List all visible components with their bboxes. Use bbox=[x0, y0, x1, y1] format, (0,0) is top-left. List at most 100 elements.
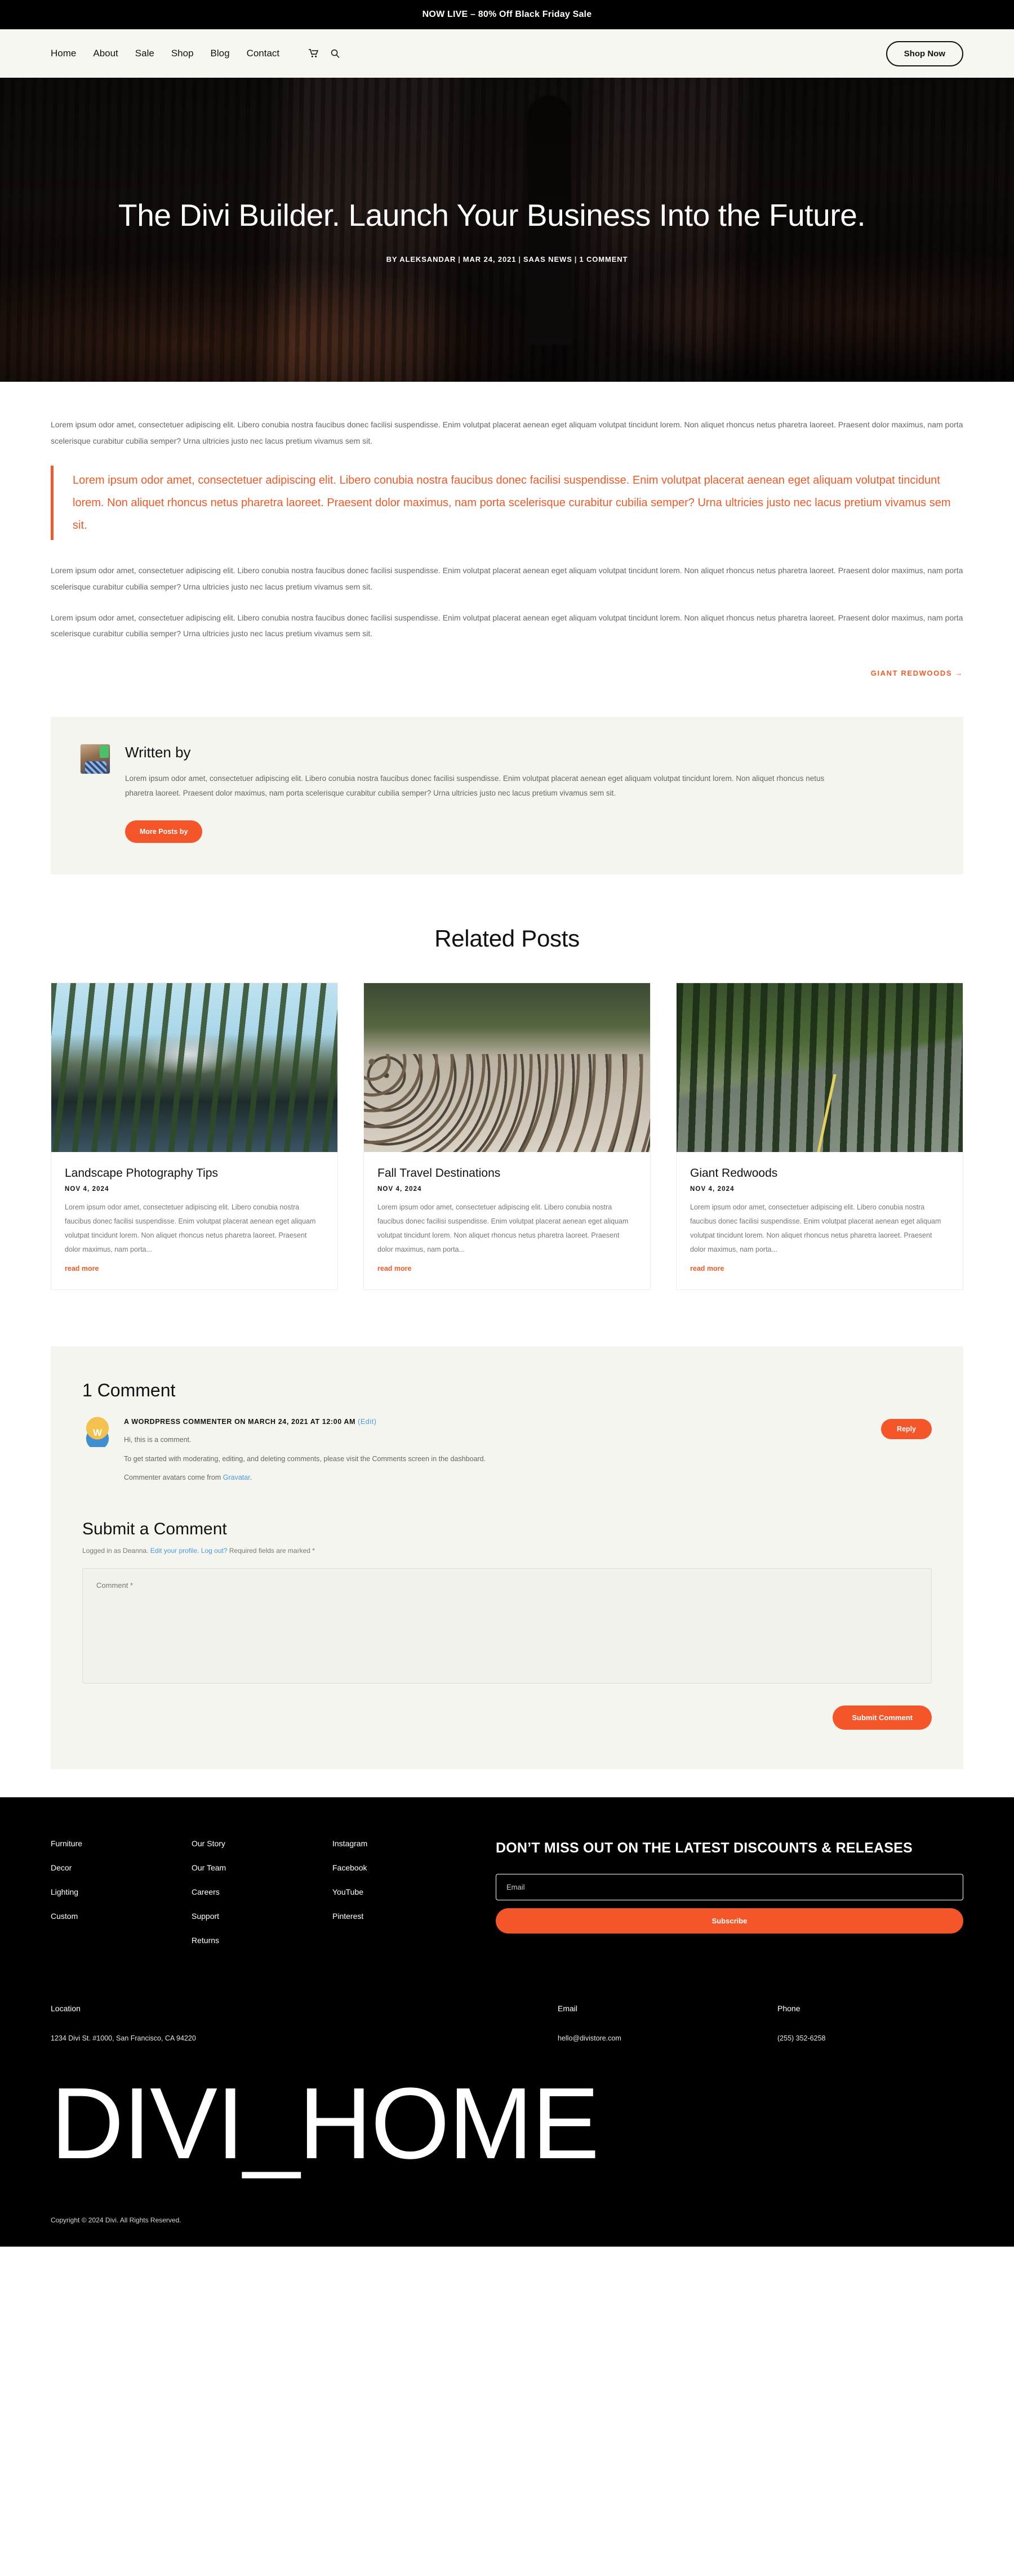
post-navigation: GIANT REDWOODS → bbox=[51, 657, 963, 677]
footer-link-facebook[interactable]: Facebook bbox=[332, 1863, 473, 1872]
author-box: Written by Lorem ipsum odor amet, consec… bbox=[51, 717, 963, 874]
footer-top: Furniture Decor Lighting Custom Our Stor… bbox=[51, 1839, 963, 1960]
hero-section: The Divi Builder. Launch Your Business I… bbox=[0, 78, 1014, 382]
card-excerpt: Lorem ipsum odor amet, consectetuer adip… bbox=[65, 1203, 316, 1253]
author-section: Written by Lorem ipsum odor amet, consec… bbox=[0, 700, 1014, 874]
blockquote-text: Lorem ipsum odor amet, consectetuer adip… bbox=[73, 474, 951, 532]
post-author[interactable]: BY ALEKSANDAR bbox=[386, 255, 456, 264]
search-icon[interactable] bbox=[331, 49, 340, 58]
log-out-link[interactable]: Log out? bbox=[201, 1547, 228, 1555]
copyright-text: Copyright © 2024 Divi. All Rights Reserv… bbox=[51, 2216, 181, 2224]
location-label: Location bbox=[51, 2004, 81, 2013]
comment-edit-link[interactable]: (Edit) bbox=[358, 1418, 376, 1426]
post-thumbnail-fall-travel[interactable] bbox=[364, 983, 650, 1152]
phone-value[interactable]: (255) 352-6258 bbox=[777, 2034, 963, 2042]
nav-links: Home About Sale Shop Blog Contact bbox=[51, 48, 340, 59]
footer-link-instagram[interactable]: Instagram bbox=[332, 1839, 473, 1848]
comment-line-2: To get started with moderating, editing,… bbox=[124, 1454, 486, 1463]
post-thumbnail-landscape[interactable] bbox=[51, 983, 337, 1152]
post-meta: BY ALEKSANDAR | MAR 24, 2021 | SAAS NEWS | 1 C… bbox=[386, 255, 628, 264]
footer-link-custom[interactable]: Custom bbox=[51, 1912, 192, 1921]
submit-comment-button[interactable]: Submit Comment bbox=[833, 1706, 932, 1730]
contact-phone: Phone (255) 352-6258 bbox=[777, 2004, 963, 2042]
post-comment-count[interactable]: 1 COMMENT bbox=[579, 255, 628, 264]
comment-author-name[interactable]: A WORDPRESS COMMENTER bbox=[124, 1418, 232, 1426]
logged-in-prefix: Logged in as Deanna. bbox=[82, 1547, 150, 1555]
article-content: Lorem ipsum odor amet, consectetuer adip… bbox=[0, 382, 1014, 700]
footer-link-support[interactable]: Support bbox=[192, 1912, 332, 1921]
next-post-link[interactable]: GIANT REDWOODS → bbox=[871, 669, 963, 677]
footer-link-our-story[interactable]: Our Story bbox=[192, 1839, 332, 1848]
read-more-link[interactable]: read more bbox=[65, 1265, 99, 1273]
related-posts-section: Related Posts Landscape Photography Tips… bbox=[0, 874, 1014, 1324]
page-title: The Divi Builder. Launch Your Business I… bbox=[118, 198, 866, 233]
footer-link-pinterest[interactable]: Pinterest bbox=[332, 1912, 473, 1921]
comment-author-line: A WORDPRESS COMMENTER ON MARCH 24, 2021 … bbox=[124, 1418, 870, 1426]
reply-button[interactable]: Reply bbox=[880, 1418, 932, 1439]
comment-timestamp: ON MARCH 24, 2021 AT 12:00 AM bbox=[234, 1417, 356, 1426]
cart-icon[interactable] bbox=[309, 49, 319, 58]
commenter-avatar-icon bbox=[82, 1416, 113, 1447]
article-paragraph-2: Lorem ipsum odor amet, consectetuer adip… bbox=[51, 566, 963, 592]
post-thumbnail-redwoods[interactable] bbox=[677, 983, 963, 1152]
footer-link-decor[interactable]: Decor bbox=[51, 1863, 192, 1872]
nav-item-sale[interactable]: Sale bbox=[135, 48, 154, 59]
nav-item-home[interactable]: Home bbox=[51, 48, 76, 59]
comment-input[interactable] bbox=[82, 1568, 932, 1684]
article-paragraph-3: Lorem ipsum odor amet, consectetuer adip… bbox=[51, 613, 963, 639]
footer-contact-row: Location 1234 Divi St. #1000, San Franci… bbox=[51, 2004, 963, 2042]
comment-line-1: Hi, this is a comment. bbox=[124, 1435, 192, 1444]
card-title[interactable]: Landscape Photography Tips bbox=[65, 1167, 324, 1180]
more-posts-button[interactable]: More Posts by bbox=[125, 820, 203, 843]
gravatar-suffix: . bbox=[250, 1474, 252, 1482]
newsletter-signup: DON’T MISS OUT ON THE LATEST DISCOUNTS &… bbox=[473, 1839, 963, 1960]
card-title[interactable]: Fall Travel Destinations bbox=[377, 1167, 637, 1180]
footer-column-company: Our Story Our Team Careers Support Retur… bbox=[192, 1839, 332, 1960]
card-excerpt: Lorem ipsum odor amet, consectetuer adip… bbox=[377, 1203, 629, 1253]
main-navigation: Home About Sale Shop Blog Contact Shop N… bbox=[0, 29, 1014, 78]
footer-wordmark: DIVI_HOME bbox=[51, 2067, 599, 2180]
read-more-link[interactable]: read more bbox=[690, 1265, 724, 1273]
footer-link-our-team[interactable]: Our Team bbox=[192, 1863, 332, 1872]
site-footer: Furniture Decor Lighting Custom Our Stor… bbox=[0, 1797, 1014, 2247]
nav-item-about[interactable]: About bbox=[93, 48, 118, 59]
related-post-card[interactable]: Fall Travel Destinations NOV 4, 2024 Lor… bbox=[363, 982, 651, 1290]
related-post-card[interactable]: Giant Redwoods NOV 4, 2024 Lorem ipsum o… bbox=[676, 982, 963, 1290]
footer-link-lighting[interactable]: Lighting bbox=[51, 1887, 192, 1896]
related-post-card[interactable]: Landscape Photography Tips NOV 4, 2024 L… bbox=[51, 982, 338, 1290]
related-posts-heading: Related Posts bbox=[434, 925, 580, 952]
author-heading: Written by bbox=[125, 744, 191, 761]
avatar bbox=[80, 744, 110, 775]
comments-section: 1 Comment A WORDPRESS COMMENTER ON MARCH… bbox=[0, 1323, 1014, 1769]
gravatar-prefix: Commenter avatars come from bbox=[124, 1474, 223, 1482]
contact-location: Location 1234 Divi St. #1000, San Franci… bbox=[51, 2004, 558, 2042]
footer-link-youtube[interactable]: YouTube bbox=[332, 1887, 473, 1896]
location-value: 1234 Divi St. #1000, San Francisco, CA 9… bbox=[51, 2034, 196, 2042]
card-title[interactable]: Giant Redwoods bbox=[690, 1167, 949, 1180]
comments-heading: 1 Comment bbox=[82, 1379, 176, 1400]
card-date: NOV 4, 2024 bbox=[65, 1185, 109, 1193]
contact-email: Email hello@divistore.com bbox=[558, 2004, 777, 2042]
post-date: MAR 24, 2021 bbox=[462, 255, 517, 264]
edit-profile-link[interactable]: Edit your profile bbox=[150, 1547, 197, 1555]
email-value[interactable]: hello@divistore.com bbox=[558, 2034, 777, 2042]
footer-link-returns[interactable]: Returns bbox=[192, 1936, 332, 1945]
required-fields-note: Required fields are marked * bbox=[227, 1547, 315, 1555]
footer-link-careers[interactable]: Careers bbox=[192, 1887, 332, 1896]
subscribe-button[interactable]: Subscribe bbox=[496, 1908, 963, 1934]
nav-item-contact[interactable]: Contact bbox=[247, 48, 280, 59]
gravatar-link[interactable]: Gravatar bbox=[223, 1474, 250, 1481]
card-date: NOV 4, 2024 bbox=[690, 1185, 735, 1193]
post-category[interactable]: SAAS NEWS bbox=[523, 255, 572, 264]
card-date: NOV 4, 2024 bbox=[377, 1185, 422, 1193]
nav-item-shop[interactable]: Shop bbox=[171, 48, 194, 59]
shop-now-button[interactable]: Shop Now bbox=[886, 41, 963, 66]
notice-separator: . bbox=[197, 1547, 201, 1555]
read-more-link[interactable]: read more bbox=[377, 1265, 411, 1273]
footer-link-furniture[interactable]: Furniture bbox=[51, 1839, 192, 1848]
email-label: Email bbox=[558, 2004, 578, 2013]
footer-column-social: Instagram Facebook YouTube Pinterest bbox=[332, 1839, 473, 1960]
logged-in-notice: Logged in as Deanna. Edit your profile. … bbox=[82, 1547, 932, 1555]
newsletter-email-input[interactable] bbox=[496, 1873, 963, 1900]
nav-item-blog[interactable]: Blog bbox=[211, 48, 230, 59]
